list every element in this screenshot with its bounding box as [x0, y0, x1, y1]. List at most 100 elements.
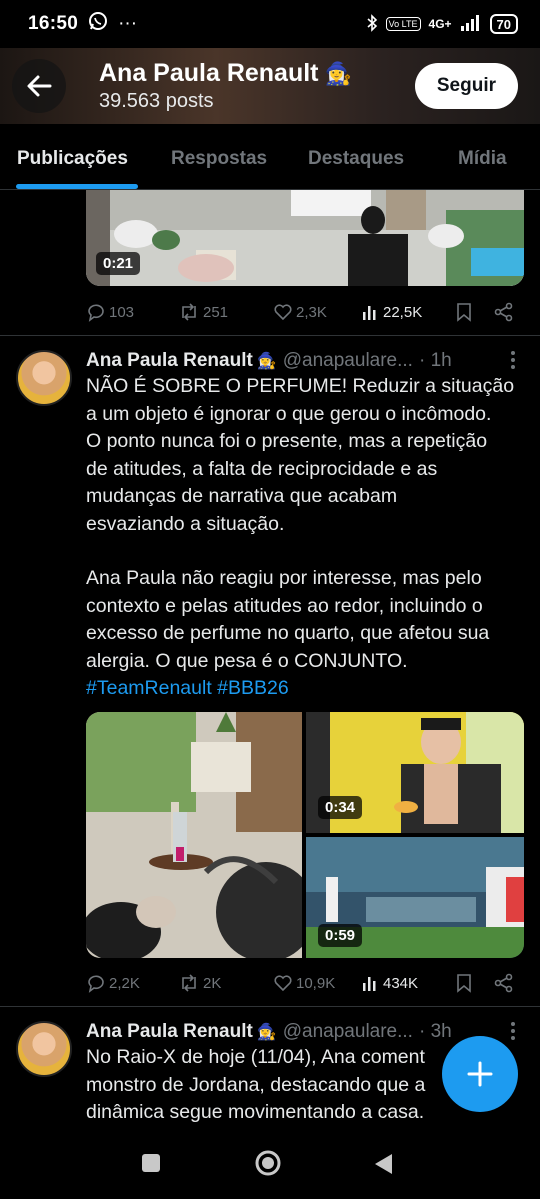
- avatar[interactable]: [16, 1021, 72, 1077]
- author-handle[interactable]: @anapaulare...: [283, 350, 413, 372]
- back-nav-button[interactable]: [372, 1152, 394, 1181]
- views-button[interactable]: 22,5K: [362, 303, 422, 321]
- system-nav-bar: [0, 1130, 540, 1199]
- follow-button[interactable]: Seguir: [414, 63, 518, 109]
- mage-emoji: 🧙‍♀️: [256, 1024, 277, 1041]
- share-button[interactable]: [494, 973, 514, 993]
- tab-destaques[interactable]: Destaques: [308, 148, 404, 170]
- views-button[interactable]: 434K: [362, 974, 418, 992]
- video-frame: [86, 190, 524, 286]
- back-button[interactable]: [12, 59, 66, 113]
- volte-badge: Vo LTE: [385, 17, 421, 31]
- video-duration: 0:59: [318, 924, 363, 947]
- repost-icon: [182, 974, 196, 992]
- post-text-line: esvaziando a situação.: [86, 512, 285, 535]
- recents-button[interactable]: [140, 1152, 162, 1179]
- post-text-line: contexto e pelas atitudes ao redor, incl…: [86, 594, 483, 617]
- whatsapp-icon: [88, 11, 108, 37]
- view-count: 434K: [383, 974, 419, 992]
- author-name[interactable]: Ana Paula Renault: [86, 350, 253, 372]
- status-bar: 16:50 ··· Vo LTE 4G+ 70: [0, 0, 540, 48]
- like-icon: [274, 304, 292, 321]
- video-duration: 0:34: [318, 796, 363, 819]
- repost-icon: [182, 303, 196, 321]
- post-divider: [0, 1006, 540, 1007]
- media-image[interactable]: [86, 712, 302, 958]
- like-count: 10,9K: [296, 974, 336, 992]
- post-text-line: mudanças de narrativa que acabam: [86, 485, 398, 507]
- tab-midia[interactable]: Mídia: [458, 148, 507, 170]
- post-time: · 3h: [418, 1021, 452, 1042]
- more-notifications-icon: ···: [118, 13, 138, 34]
- bookmark-button[interactable]: [456, 973, 472, 993]
- like-button[interactable]: 10,9K: [273, 973, 335, 993]
- like-count: 2,3K: [296, 303, 327, 321]
- signal-icon: [460, 14, 482, 34]
- post-text-line: Ana Paula não reagiu por interesse, mas …: [86, 567, 482, 589]
- compose-plus-icon: [467, 1061, 493, 1087]
- active-tab-indicator: [16, 184, 138, 189]
- views-icon: [363, 977, 376, 991]
- clock: 16:50: [28, 13, 79, 34]
- share-icon: [494, 302, 513, 322]
- post-text-line: a um objeto é ignorar o que gerou o incô…: [86, 402, 492, 425]
- reply-button[interactable]: 103: [86, 302, 134, 322]
- photo-frame: [86, 712, 302, 958]
- tab-respostas[interactable]: Respostas: [171, 148, 267, 170]
- author-name[interactable]: Ana Paula Renault: [86, 1021, 253, 1043]
- share-button[interactable]: [494, 302, 514, 322]
- post-header: Ana Paula Renault 🧙‍♀️ @anapaulare... · …: [86, 1021, 516, 1043]
- share-icon: [494, 973, 513, 993]
- post-text-line: de atitudes, a falta de reciprocidade e …: [86, 457, 438, 480]
- back-arrow-icon: [27, 75, 52, 97]
- compose-button[interactable]: [442, 1036, 518, 1112]
- bookmark-icon: [457, 974, 471, 993]
- home-icon: [255, 1150, 281, 1176]
- post-header: Ana Paula Renault 🧙‍♀️ @anapaulare... · …: [86, 350, 516, 372]
- post-divider: [0, 335, 540, 336]
- view-count: 22,5K: [383, 303, 423, 321]
- media-video-1[interactable]: 0:34: [306, 712, 524, 833]
- bluetooth-icon: [366, 13, 378, 35]
- bookmark-button[interactable]: [456, 302, 472, 322]
- post-actions: 103 251 2,3K 22,5K: [86, 298, 516, 326]
- media-grid: 0:34 0:59: [86, 712, 524, 958]
- repost-button[interactable]: 251: [178, 302, 228, 322]
- post-text: NÃO É SOBRE O PERFUME! Reduzir a situaçã…: [86, 373, 526, 703]
- reply-count: 103: [109, 303, 135, 321]
- more-icon: [511, 351, 515, 369]
- reply-icon: [88, 975, 104, 993]
- post-actions: 2,2K 2K 10,9K 434K: [86, 969, 516, 997]
- repost-count: 251: [203, 303, 229, 321]
- hashtags-link[interactable]: #TeamRenault #BBB26: [86, 675, 526, 703]
- author-handle[interactable]: @anapaulare...: [283, 1021, 413, 1043]
- profile-tabs: Publicações Respostas Destaques Mídia: [0, 124, 540, 190]
- network-label: 4G+: [428, 17, 452, 31]
- post-text-line: NÃO É SOBRE O PERFUME! Reduzir a situaçã…: [86, 375, 515, 397]
- video-duration: 0:21: [96, 252, 141, 275]
- reply-icon: [88, 304, 104, 322]
- bookmark-icon: [457, 303, 471, 322]
- video-thumbnail[interactable]: 0:21: [86, 190, 524, 286]
- like-icon: [274, 975, 292, 992]
- repost-button[interactable]: 2K: [178, 973, 221, 993]
- mage-emoji: 🧙‍♀️: [256, 353, 277, 370]
- post-text-line: alergia. O que pesa é o CONJUNTO.: [86, 649, 408, 672]
- more-icon: [511, 1022, 515, 1040]
- home-button[interactable]: [254, 1149, 282, 1182]
- back-triangle-icon: [375, 1154, 392, 1174]
- avatar[interactable]: [16, 350, 72, 406]
- profile-name-text: Ana Paula Renault: [99, 59, 319, 87]
- like-button[interactable]: 2,3K: [273, 302, 327, 322]
- profile-name: Ana Paula Renault 🧙‍♀️: [99, 59, 352, 88]
- post-text-line: excesso de perfume no quarto, que afetou…: [86, 622, 490, 644]
- recents-icon: [142, 1154, 160, 1172]
- battery-indicator: 70: [489, 14, 518, 34]
- post-time: · 1h: [418, 350, 452, 371]
- profile-header: Ana Paula Renault 🧙‍♀️ 39.563 posts Segu…: [0, 48, 540, 124]
- tab-publicacoes[interactable]: Publicações: [17, 148, 128, 170]
- media-video-2[interactable]: 0:59: [306, 837, 524, 958]
- mage-emoji: 🧙‍♀️: [324, 60, 352, 86]
- reply-button[interactable]: 2,2K: [86, 973, 140, 993]
